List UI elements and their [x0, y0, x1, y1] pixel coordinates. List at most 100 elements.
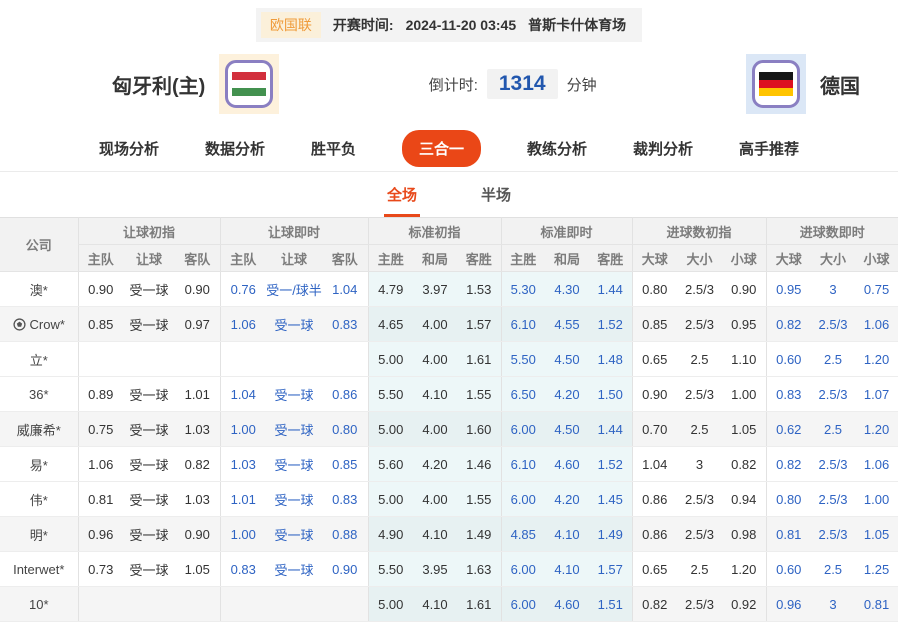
live-odds-cell[interactable]: 4.20 — [545, 482, 589, 517]
live-odds-cell[interactable]: 5.30 — [501, 272, 545, 307]
live-odds-cell[interactable]: 4.60 — [545, 587, 589, 622]
live-odds-cell[interactable]: 2.5/3 — [811, 377, 855, 412]
live-odds-cell[interactable]: 0.83 — [220, 552, 266, 587]
live-odds-cell[interactable]: 6.10 — [501, 307, 545, 342]
live-odds-cell[interactable]: 1.06 — [855, 447, 898, 482]
live-odds-cell[interactable]: 5.50 — [501, 342, 545, 377]
live-odds-cell[interactable]: 1.57 — [589, 552, 632, 587]
live-odds-cell[interactable]: 4.20 — [545, 377, 589, 412]
live-odds-cell[interactable]: 0.81 — [766, 517, 811, 552]
live-odds-cell[interactable]: 4.30 — [545, 272, 589, 307]
live-odds-cell[interactable]: 4.85 — [501, 517, 545, 552]
live-odds-cell[interactable]: 6.00 — [501, 412, 545, 447]
live-odds-cell[interactable]: 2.5 — [811, 552, 855, 587]
live-odds-cell[interactable]: 1.00 — [855, 482, 898, 517]
scope-tab-full-time[interactable]: 全场 — [384, 175, 420, 217]
live-odds-cell[interactable]: 2.5/3 — [811, 517, 855, 552]
live-odds-cell[interactable]: 1.04 — [220, 377, 266, 412]
live-odds-cell[interactable]: 2.5/3 — [811, 447, 855, 482]
live-odds-cell[interactable]: 1.03 — [220, 447, 266, 482]
live-odds-cell[interactable]: 0.90 — [322, 552, 368, 587]
live-odds-cell[interactable]: 0.82 — [766, 307, 811, 342]
live-odds-cell[interactable]: 1.48 — [589, 342, 632, 377]
tab-expert-picks[interactable]: 高手推荐 — [739, 138, 799, 159]
odds-cell: 0.70 — [632, 412, 677, 447]
live-odds-cell[interactable]: 1.05 — [855, 517, 898, 552]
live-odds-cell[interactable]: 0.75 — [855, 272, 898, 307]
live-odds-cell[interactable]: 0.88 — [322, 517, 368, 552]
live-odds-cell[interactable]: 1.01 — [220, 482, 266, 517]
live-odds-cell[interactable]: 受一球 — [266, 377, 322, 412]
live-odds-cell[interactable]: 4.10 — [545, 552, 589, 587]
live-odds-cell[interactable]: 2.5/3 — [811, 482, 855, 517]
live-odds-cell[interactable]: 0.85 — [322, 447, 368, 482]
live-odds-cell[interactable]: 0.60 — [766, 342, 811, 377]
live-odds-cell[interactable]: 0.95 — [766, 272, 811, 307]
live-odds-cell[interactable]: 1.52 — [589, 447, 632, 482]
live-odds-cell[interactable]: 1.45 — [589, 482, 632, 517]
live-odds-cell[interactable]: 2.5 — [811, 412, 855, 447]
live-odds-cell[interactable]: 1.52 — [589, 307, 632, 342]
live-odds-cell[interactable]: 1.20 — [855, 342, 898, 377]
odds-cell: 2.5 — [677, 412, 722, 447]
live-odds-cell[interactable]: 0.80 — [766, 482, 811, 517]
live-odds-cell[interactable]: 受一球 — [266, 447, 322, 482]
tab-win-draw-loss[interactable]: 胜平负 — [311, 138, 356, 159]
live-odds-cell[interactable]: 0.62 — [766, 412, 811, 447]
live-odds-cell[interactable]: 1.44 — [589, 272, 632, 307]
live-odds-cell[interactable]: 1.07 — [855, 377, 898, 412]
live-odds-cell[interactable]: 受一球 — [266, 552, 322, 587]
live-odds-cell[interactable]: 1.49 — [589, 517, 632, 552]
live-odds-cell[interactable]: 1.06 — [220, 307, 266, 342]
live-odds-cell[interactable]: 2.5/3 — [811, 307, 855, 342]
table-row: 澳*0.90受一球0.900.76受一/球半1.044.793.971.535.… — [0, 272, 898, 307]
live-odds-cell[interactable]: 1.04 — [322, 272, 368, 307]
tab-coach-analysis[interactable]: 教练分析 — [527, 138, 587, 159]
live-odds-cell[interactable]: 4.60 — [545, 447, 589, 482]
live-odds-cell[interactable]: 3 — [811, 272, 855, 307]
live-odds-cell[interactable]: 0.76 — [220, 272, 266, 307]
live-odds-cell[interactable]: 1.20 — [855, 412, 898, 447]
live-odds-cell[interactable]: 1.44 — [589, 412, 632, 447]
live-odds-cell[interactable]: 受一球 — [266, 307, 322, 342]
odds-cell — [78, 342, 123, 377]
live-odds-cell[interactable]: 0.83 — [322, 307, 368, 342]
tab-live-analysis[interactable]: 现场分析 — [99, 138, 159, 159]
soccer-ball-icon — [13, 318, 26, 331]
live-odds-cell[interactable]: 0.80 — [322, 412, 368, 447]
live-odds-cell[interactable]: 4.10 — [545, 517, 589, 552]
live-odds-cell[interactable]: 0.83 — [766, 377, 811, 412]
live-odds-cell[interactable]: 0.81 — [855, 587, 898, 622]
live-odds-cell[interactable]: 4.55 — [545, 307, 589, 342]
live-odds-cell[interactable]: 6.00 — [501, 552, 545, 587]
odds-cell — [322, 342, 368, 377]
scope-tab-half-time[interactable]: 半场 — [478, 175, 514, 217]
live-odds-cell[interactable]: 0.83 — [322, 482, 368, 517]
live-odds-cell[interactable]: 6.00 — [501, 587, 545, 622]
live-odds-cell[interactable]: 0.86 — [322, 377, 368, 412]
live-odds-cell[interactable]: 受一球 — [266, 517, 322, 552]
live-odds-cell[interactable]: 3 — [811, 587, 855, 622]
tab-referee-analysis[interactable]: 裁判分析 — [633, 138, 693, 159]
league-badge[interactable]: 欧国联 — [261, 12, 321, 38]
live-odds-cell[interactable]: 2.5 — [811, 342, 855, 377]
live-odds-cell[interactable]: 6.10 — [501, 447, 545, 482]
live-odds-cell[interactable]: 0.82 — [766, 447, 811, 482]
live-odds-cell[interactable]: 1.50 — [589, 377, 632, 412]
live-odds-cell[interactable]: 4.50 — [545, 412, 589, 447]
live-odds-cell[interactable]: 受一球 — [266, 412, 322, 447]
live-odds-cell[interactable]: 1.00 — [220, 517, 266, 552]
live-odds-cell[interactable]: 1.25 — [855, 552, 898, 587]
live-odds-cell[interactable]: 受一/球半 — [266, 272, 322, 307]
live-odds-cell[interactable]: 1.00 — [220, 412, 266, 447]
tab-data-analysis[interactable]: 数据分析 — [205, 138, 265, 159]
live-odds-cell[interactable]: 6.00 — [501, 482, 545, 517]
live-odds-cell[interactable]: 6.50 — [501, 377, 545, 412]
live-odds-cell[interactable]: 0.60 — [766, 552, 811, 587]
live-odds-cell[interactable]: 4.50 — [545, 342, 589, 377]
live-odds-cell[interactable]: 1.06 — [855, 307, 898, 342]
live-odds-cell[interactable]: 0.96 — [766, 587, 811, 622]
live-odds-cell[interactable]: 受一球 — [266, 482, 322, 517]
live-odds-cell[interactable]: 1.51 — [589, 587, 632, 622]
tab-three-in-one[interactable]: 三合一 — [402, 130, 481, 167]
